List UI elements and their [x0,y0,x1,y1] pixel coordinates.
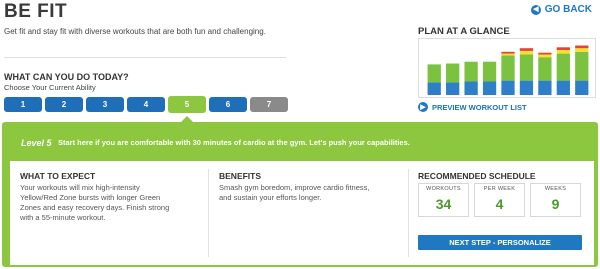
expect-title: WHAT TO EXPECT [20,171,96,181]
divider-line [4,57,286,58]
level-button-2[interactable]: 2 [45,97,83,112]
plan-bar-segment [501,80,515,95]
plan-bar-segment [519,50,534,55]
plan-chart [418,38,596,98]
go-back-button[interactable]: ◀ GO BACK [530,4,592,15]
level-selector: 1 2 3 4 5 6 7 [4,96,288,113]
benefits-text: Smash gym boredom, improve cardio fitnes… [219,183,369,203]
expect-line: with a 55-minute workout. [20,213,106,222]
level-button-3[interactable]: 3 [86,97,124,112]
plan-bar-segment [464,81,478,95]
plan-bar-segment [575,48,589,52]
intro-text: Get fit and stay fit with diverse workou… [4,27,266,36]
plan-bar-segment [575,45,589,49]
plan-bar-segment [464,61,478,82]
plan-title: PLAN AT A GLANCE [418,26,510,37]
page-title: BE FIT [4,1,68,22]
expect-line: Zones and easy recovery days. Finish str… [20,203,170,212]
ability-subtitle: Choose Your Current Ability [4,83,96,92]
plan-bar-segment [519,80,534,95]
plan-bar-segment [575,80,589,95]
level-button-6[interactable]: 6 [209,97,247,112]
plan-bar-segment [538,57,552,81]
plan-bar-segment [538,52,552,55]
chevron-left-icon: ◀ [530,4,541,15]
plan-bar-segment [446,82,460,95]
plan-bar-segment [427,82,441,95]
plan-bar-segment [556,47,570,50]
plan-bar-segment [556,80,570,95]
plan-bar-segment [556,53,570,81]
level-description: Start here if you are comfortable with 3… [58,138,410,147]
plan-bar-segment [501,55,515,81]
chevron-right-icon: ▶ [418,102,428,112]
benefits-line: Smash gym boredom, improve cardio fitnes… [219,183,370,192]
level-button-4[interactable]: 4 [127,97,165,112]
schedule-title: RECOMMENDED SCHEDULE [418,171,536,181]
go-back-label: GO BACK [544,4,592,15]
weeks-label: WEEKS [544,186,567,192]
per-week-value: 4 [495,196,504,212]
expect-line: Yellow/Red Zone bursts with longer Green [20,193,161,202]
preview-workout-list-label: PREVIEW WORKOUT LIST [432,102,527,112]
plan-bar-segment [538,54,552,58]
workouts-value: 34 [435,196,452,212]
plan-bar-segment [575,51,589,81]
workouts-label: WORKOUTS [426,186,461,192]
weeks-stat: WEEKS 9 [530,183,581,217]
plan-bar-segment [482,81,497,95]
plan-bar-segment [556,50,570,54]
expect-text: Your workouts will mix high-intensity Ye… [20,183,169,223]
plan-chart-svg [427,45,589,95]
level-button-5[interactable]: 5 [168,96,206,113]
weeks-value: 9 [551,196,560,212]
plan-bar-segment [501,53,515,56]
benefits-title: BENEFITS [219,171,262,181]
plan-bar-segment [482,61,497,82]
plan-bar-segment [538,80,552,95]
workouts-stat: WORKOUTS 34 [418,183,469,217]
plan-bar-segment [427,64,441,83]
plan-bar-segment [446,63,460,83]
plan-bar-segment [519,54,534,81]
ability-question: WHAT CAN YOU DO TODAY? [4,72,129,82]
per-week-stat: PER WEEK 4 [474,183,525,217]
per-week-label: PER WEEK [483,186,516,192]
plan-bar-segment [519,48,534,51]
expect-line: Your workouts will mix high-intensity [20,183,140,192]
level-label: Level 5 [21,138,52,148]
column-divider [208,169,209,257]
level-button-7[interactable]: 7 [250,97,288,112]
next-step-button[interactable]: NEXT STEP - PERSONALIZE [418,235,582,250]
level-button-1[interactable]: 1 [4,97,42,112]
benefits-line: and sustain your efforts longer. [219,193,322,202]
plan-bar-segment [501,51,515,54]
preview-workout-list-link[interactable]: ▶ PREVIEW WORKOUT LIST [418,102,527,112]
column-divider [408,169,409,257]
